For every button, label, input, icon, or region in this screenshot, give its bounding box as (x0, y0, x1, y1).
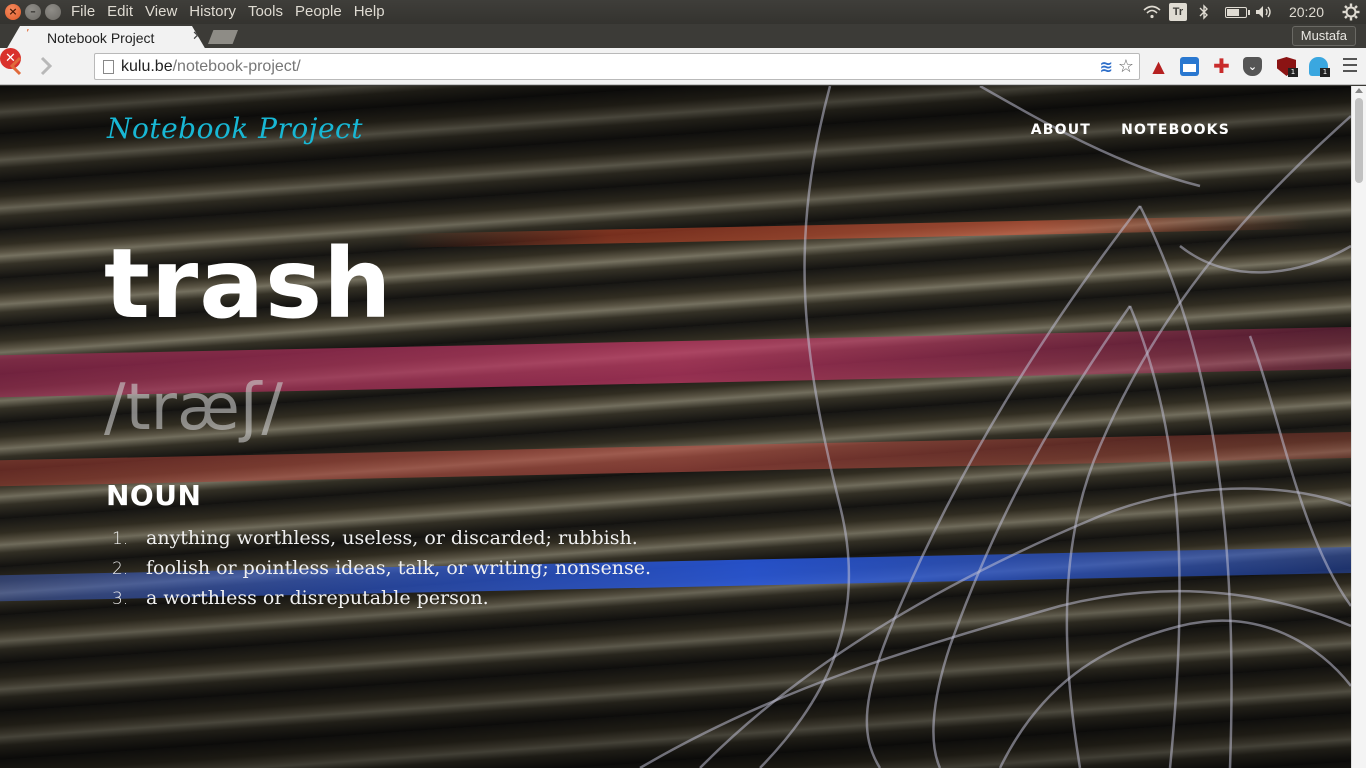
system-top-panel: × – File Edit View History Tools People … (0, 0, 1366, 24)
extension-hat-icon[interactable]: ▲ (1149, 57, 1168, 76)
back-button[interactable] (5, 56, 27, 78)
page-info-icon[interactable] (103, 60, 114, 74)
site-nav: ABOUT NOTEBOOKS (1031, 122, 1230, 138)
extension-plus-icon[interactable]: ✚ (1212, 56, 1231, 76)
system-tray: Tr 20:20 (1135, 0, 1366, 24)
part-of-speech: NOUN (106, 479, 202, 512)
tab-notebook-project[interactable]: ʼ Notebook Project ✕ (6, 26, 206, 50)
battery-icon[interactable] (1224, 6, 1250, 18)
window-maximize-button[interactable] (45, 4, 61, 20)
clock[interactable]: 20:20 (1289, 4, 1324, 20)
volume-icon[interactable] (1253, 0, 1275, 24)
profile-button[interactable]: Mustafa (1291, 26, 1356, 46)
menubar: File Edit View History Tools People Help (71, 3, 397, 20)
menu-history[interactable]: History (189, 3, 248, 20)
pocket-icon[interactable]: ⌄ (1243, 57, 1262, 76)
browser-toolbar: ✕ kulu.be/notebook-project/ ≋ ☆ ▲ ✚ ⌄ 1 … (0, 48, 1366, 85)
translate-icon[interactable]: ≋ (1100, 57, 1113, 76)
extension-window-icon[interactable] (1180, 57, 1199, 76)
headword: trash (104, 228, 393, 340)
bookmark-star-icon[interactable]: ☆ (1118, 56, 1134, 77)
keyboard-layout-indicator[interactable]: Tr (1168, 3, 1187, 21)
definition-text: foolish or pointless ideas, talk, or wri… (146, 557, 652, 579)
menu-tools[interactable]: Tools (248, 3, 295, 20)
definition-text: anything worthless, useless, or discarde… (146, 527, 638, 549)
page-viewport: Notebook Project ABOUT NOTEBOOKS trash /… (0, 86, 1351, 768)
forward-button[interactable] (35, 56, 57, 78)
tab-title: Notebook Project (47, 30, 155, 46)
definition-item: 2. foolish or pointless ideas, talk, or w… (112, 557, 652, 579)
menu-people[interactable]: People (295, 3, 354, 20)
site-brand-logo[interactable]: Notebook Project (107, 112, 363, 145)
address-bar[interactable]: kulu.be/notebook-project/ ≋ ☆ (94, 53, 1140, 80)
new-tab-button[interactable] (208, 30, 238, 44)
scrollbar-thumb[interactable] (1355, 98, 1363, 183)
menu-view[interactable]: View (145, 3, 189, 20)
menu-edit[interactable]: Edit (107, 3, 145, 20)
definition-list: 1. anything worthless, useless, or discar… (112, 524, 651, 614)
settings-gear-icon[interactable] (1340, 0, 1362, 24)
menu-file[interactable]: File (71, 3, 107, 20)
tab-favicon-icon: ʼ (26, 27, 30, 40)
url-text[interactable]: kulu.be/notebook-project/ (121, 58, 301, 76)
nav-about-link[interactable]: ABOUT (1031, 122, 1091, 138)
window-minimize-button[interactable]: – (25, 4, 41, 20)
ghostery-badge: 1 (1320, 68, 1330, 77)
window-close-button[interactable]: × (5, 4, 21, 20)
page-scrollbar[interactable] (1351, 86, 1366, 768)
tab-strip: ʼ Notebook Project ✕ Mustafa (0, 24, 1366, 50)
scroll-up-arrow-icon[interactable] (1355, 88, 1363, 93)
nav-notebooks-link[interactable]: NOTEBOOKS (1121, 122, 1230, 138)
pronunciation: /træʃ/ (104, 371, 283, 445)
chrome-menu-button[interactable] (1343, 58, 1357, 74)
wifi-icon[interactable] (1141, 0, 1163, 24)
definition-item: 1. anything worthless, useless, or discar… (112, 527, 638, 549)
ublock-badge: 1 (1288, 68, 1298, 77)
menu-help[interactable]: Help (354, 3, 397, 20)
bluetooth-icon[interactable] (1193, 0, 1215, 24)
tab-close-icon[interactable]: ✕ (192, 29, 203, 44)
definition-text: a worthless or disreputable person. (146, 587, 489, 609)
definition-item: 3. a worthless or disreputable person. (112, 587, 489, 609)
